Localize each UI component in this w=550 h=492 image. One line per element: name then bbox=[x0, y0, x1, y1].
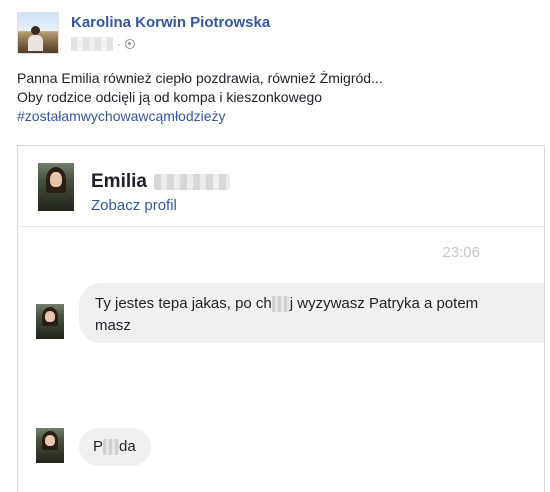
globe-icon[interactable] bbox=[125, 39, 135, 49]
message-line-2: masz bbox=[95, 317, 131, 334]
censored-text bbox=[103, 439, 120, 456]
facebook-post: Karolina Korwin Piotrowska · Panna Emili… bbox=[0, 0, 550, 492]
author-avatar[interactable] bbox=[17, 12, 59, 54]
shared-chat-screenshot: Emilia Zobacz profil 23:06 Ty jestes tep… bbox=[17, 145, 545, 492]
hashtag-link[interactable]: #zostałamwychowawcąmłodzieży bbox=[17, 107, 383, 126]
post-body-text: Panna Emilia również ciepło pozdrawia, r… bbox=[17, 69, 383, 126]
chat-header: Emilia Zobacz profil bbox=[18, 146, 544, 227]
message-text-part: da bbox=[119, 438, 136, 455]
message-line-1: Ty jestes tepa jakas, po ch j wyzywasz Pa… bbox=[95, 293, 528, 315]
post-meta: · bbox=[71, 36, 270, 52]
view-profile-link[interactable]: Zobacz profil bbox=[91, 197, 177, 214]
author-name-link[interactable]: Karolina Korwin Piotrowska bbox=[71, 14, 270, 32]
post-header: Karolina Korwin Piotrowska · bbox=[17, 12, 270, 54]
message-timestamp: 23:06 bbox=[442, 244, 480, 261]
message-avatar bbox=[36, 304, 64, 339]
contact-name: Emilia bbox=[91, 171, 147, 192]
post-text-line-1: Panna Emilia również ciepło pozdrawia, r… bbox=[17, 70, 383, 86]
post-text-line-2: Oby rodzice odcięli ją od kompa i kieszo… bbox=[17, 89, 323, 105]
message-bubble[interactable]: Pda bbox=[79, 428, 151, 466]
contact-avatar[interactable] bbox=[38, 163, 74, 211]
blurred-post-date[interactable] bbox=[71, 37, 113, 51]
message-text-part: j wyzywasz Patryka a potem bbox=[289, 295, 479, 312]
message-avatar bbox=[36, 428, 64, 463]
blurred-surname bbox=[153, 174, 230, 190]
contact-name-row: Emilia bbox=[91, 171, 230, 193]
post-header-text: Karolina Korwin Piotrowska · bbox=[71, 12, 270, 52]
censored-text bbox=[271, 296, 290, 313]
meta-separator: · bbox=[117, 37, 121, 51]
message-bubble[interactable]: Ty jestes tepa jakas, po ch j wyzywasz Pa… bbox=[79, 283, 544, 343]
message-text-part: Ty jestes tepa jakas, po ch bbox=[95, 295, 272, 312]
message-text-part: P bbox=[93, 438, 104, 455]
